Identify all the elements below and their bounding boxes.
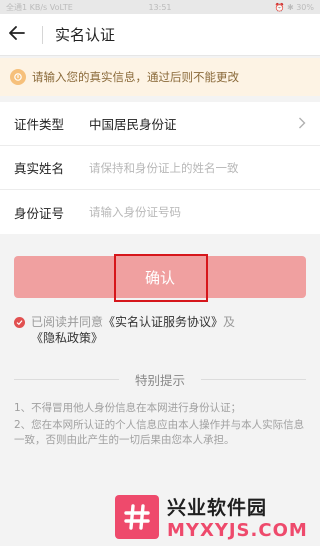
id-number-input[interactable] [89, 205, 306, 219]
tip-item: 1、不得冒用他人身份信息在本网进行身份认证； [14, 402, 242, 414]
page-title: 实名认证 [55, 26, 116, 44]
agreement: 已阅读并同意《实名认证服务协议》及《隐私政策》 [14, 314, 306, 346]
back-button[interactable] [0, 14, 34, 56]
watermark: 兴业软件园 MYXYJS.COM [115, 488, 320, 546]
header-divider [42, 25, 43, 44]
header: 实名认证 [0, 14, 320, 56]
tip-item: 2、您在本网所认证的个人信息应由本人操作并与本人实际信息一致，否则由此产生的一切… [14, 419, 305, 446]
verification-form: 证件类型 中国居民身份证 真实姓名 身份证号 [0, 102, 320, 234]
status-bar: 全通1 KB/s VoLTE 13:51 ⏰ ✱ 30% [0, 0, 320, 14]
tips-list: 1、不得冒用他人身份信息在本网进行身份认证； 2、您在本网所认证的个人信息应由本… [14, 401, 306, 448]
divider [201, 379, 307, 380]
real-name-row: 真实姓名 [0, 146, 320, 190]
real-name-input[interactable] [89, 160, 306, 175]
service-agreement-link[interactable]: 《实名认证服务协议》 [103, 315, 223, 329]
watermark-logo [115, 495, 159, 539]
watermark-text: 兴业软件园 MYXYJS.COM [167, 493, 308, 541]
id-number-row: 身份证号 [0, 190, 320, 234]
tips-title: 特别提示 [135, 373, 186, 388]
divider [14, 379, 119, 380]
chevron-right-icon [298, 114, 306, 133]
id-type-row[interactable]: 证件类型 中国居民身份证 [0, 102, 320, 146]
agreement-text: 已阅读并同意《实名认证服务协议》及《隐私政策》 [31, 314, 306, 346]
watermark-title: 兴业软件园 [167, 497, 268, 519]
notice-text: 请输入您的真实信息，通过后则不能更改 [32, 70, 239, 84]
checkbox-checked-icon[interactable] [14, 317, 25, 328]
id-type-value: 中国居民身份证 [89, 117, 177, 132]
tips-header: 特别提示 [14, 370, 307, 389]
agreement-connector: 及 [223, 315, 236, 329]
watermark-url: MYXYJS.COM [167, 520, 308, 541]
clock: 13:51 [148, 2, 172, 12]
real-name-label: 真实姓名 [14, 161, 65, 176]
arrow-left-icon [9, 25, 25, 44]
agreement-prefix: 已阅读并同意 [31, 315, 104, 329]
confirm-area: 确认 [14, 254, 306, 302]
id-number-label: 身份证号 [14, 205, 65, 221]
info-icon [10, 69, 26, 85]
privacy-policy-link[interactable]: 《隐私政策》 [31, 331, 103, 345]
confirm-button[interactable]: 确认 [14, 256, 306, 298]
id-type-label: 证件类型 [14, 117, 65, 132]
notice-banner: 请输入您的真实信息，通过后则不能更改 [0, 58, 320, 96]
